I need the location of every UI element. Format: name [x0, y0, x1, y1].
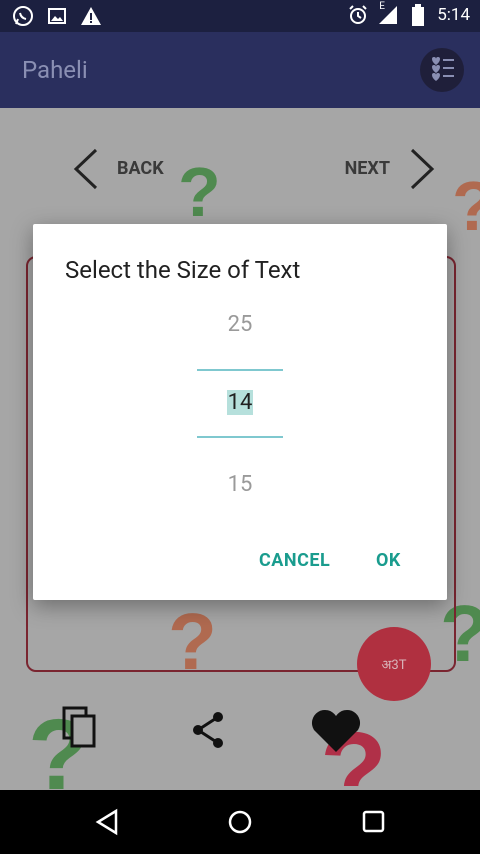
back-triangle-icon[interactable] — [94, 808, 120, 840]
next-button[interactable]: NEXT — [345, 158, 390, 179]
picker-previous-value[interactable]: 25 — [33, 312, 447, 337]
fab-label: अ3T — [381, 658, 407, 673]
recents-square-icon[interactable] — [361, 808, 387, 840]
list-hearts-icon — [427, 53, 457, 87]
copy-icon[interactable] — [62, 706, 98, 754]
network-type: E — [379, 1, 385, 12]
heart-icon[interactable] — [310, 708, 362, 758]
menu-button[interactable] — [420, 48, 464, 92]
picker-next-value[interactable]: 15 — [33, 472, 447, 497]
share-icon[interactable] — [190, 710, 226, 754]
app-title: Paheli — [22, 56, 88, 84]
whatsapp-icon — [12, 5, 34, 27]
chevron-left-icon[interactable] — [72, 148, 100, 194]
dialog-title: Select the Size of Text — [65, 256, 301, 284]
warning-icon — [80, 5, 102, 27]
signal-icon: E — [377, 1, 399, 26]
chevron-right-icon[interactable] — [408, 148, 436, 194]
back-button[interactable]: BACK — [117, 158, 164, 179]
cancel-button[interactable]: CANCEL — [259, 550, 330, 571]
app-bar: Paheli — [0, 32, 480, 108]
battery-icon — [407, 4, 429, 26]
picker-divider-bottom — [197, 436, 283, 438]
system-nav-bar — [0, 790, 480, 854]
picker-divider-top — [197, 369, 283, 371]
language-fab[interactable]: अ3T — [357, 627, 431, 701]
text-size-dialog: Select the Size of Text 25 14 15 CANCEL … — [33, 224, 447, 600]
alarm-icon — [347, 4, 369, 26]
selected-value-text[interactable]: 14 — [226, 390, 254, 415]
ok-button[interactable]: OK — [376, 550, 401, 571]
status-bar: E 5:14 — [0, 0, 480, 32]
home-circle-icon[interactable] — [227, 808, 253, 840]
bottom-actions — [0, 706, 480, 762]
image-icon — [46, 5, 68, 27]
picker-selected-value[interactable]: 14 — [33, 390, 447, 415]
clock: 5:14 — [437, 5, 470, 25]
navigation-row: BACK NEXT — [0, 144, 480, 194]
